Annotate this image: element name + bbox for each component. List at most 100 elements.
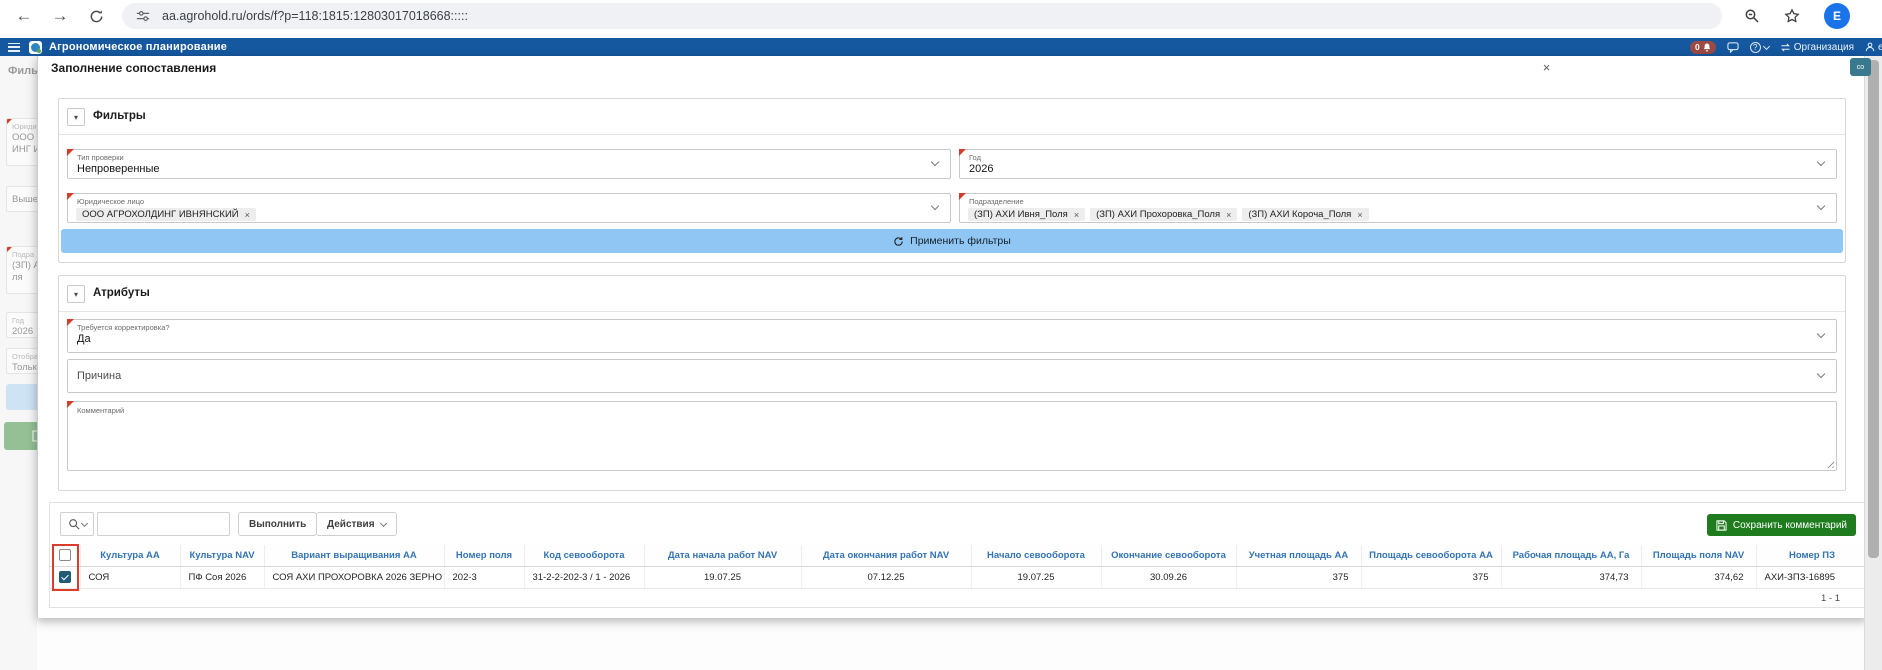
- person-icon: [1865, 42, 1875, 52]
- row-checkbox[interactable]: [59, 571, 71, 583]
- remove-chip-icon[interactable]: ×: [1357, 210, 1362, 220]
- edge-badge[interactable]: co: [1850, 58, 1871, 76]
- chip-list: ООО АГРОХОЛДИНГ ИВНЯНСКИЙ×: [76, 208, 950, 221]
- cell: 375: [1361, 566, 1501, 588]
- user-menu[interactable]: ek.pozdnya: [1865, 42, 1882, 53]
- field-label: Тип проверки: [77, 153, 950, 162]
- chip: (ЗП) АХИ Короча_Поля×: [1242, 208, 1368, 221]
- collapse-icon[interactable]: ▾: [67, 285, 85, 303]
- address-bar[interactable]: aa.agrohold.ru/ords/f?p=118:1815:1280301…: [122, 3, 1722, 29]
- required-marker: [67, 401, 74, 408]
- column-header[interactable]: Номер ПЗ: [1756, 545, 1868, 566]
- cell: 19.07.25: [644, 566, 801, 588]
- field-label: Юридическое лицо: [77, 197, 950, 206]
- region-title: Фильтры: [93, 110, 146, 122]
- back-icon[interactable]: ←: [12, 4, 36, 28]
- reason-select[interactable]: Причина: [67, 359, 1837, 393]
- resize-handle-icon[interactable]: [1825, 459, 1834, 468]
- column-header[interactable]: Окончание севооборота: [1101, 545, 1236, 566]
- vertical-scrollbar[interactable]: [1864, 56, 1882, 670]
- header-actions: 0 ? Организация ek.pozdnya: [1690, 38, 1882, 56]
- organization-button[interactable]: Организация: [1780, 42, 1854, 53]
- scrollbar-thumb[interactable]: [1868, 60, 1879, 558]
- check-type-select[interactable]: Тип проверки Непроверенные: [67, 149, 951, 179]
- apply-filters-button[interactable]: Применить фильтры: [61, 229, 1843, 253]
- column-header[interactable]: Начало севооборота: [971, 545, 1101, 566]
- region-title: Атрибуты: [93, 287, 150, 299]
- column-header[interactable]: Культура NAV: [180, 545, 264, 566]
- year-select[interactable]: Год 2026: [959, 149, 1837, 179]
- filters-region: ▾ Фильтры Тип проверки Непроверенные Год…: [58, 98, 1846, 263]
- field-label: Требуется корректировка?: [77, 323, 1836, 332]
- mapping-dialog: Заполнение сопоставления × ▾ Фильтры Тип…: [37, 56, 1867, 618]
- correction-select[interactable]: Требуется корректировка? Да: [67, 319, 1837, 353]
- organization-label: Организация: [1794, 42, 1854, 53]
- search-column-button[interactable]: [60, 512, 94, 536]
- cell: 374,62: [1641, 566, 1756, 588]
- required-marker: [959, 193, 966, 200]
- legal-entity-select[interactable]: Юридическое лицо ООО АГРОХОЛДИНГ ИВНЯНСК…: [67, 193, 951, 223]
- chip-label: (ЗП) АХИ Ивня_Поля: [974, 209, 1068, 220]
- app-logo-icon: [29, 41, 42, 54]
- remove-chip-icon[interactable]: ×: [1074, 210, 1079, 220]
- row-select-cell: [50, 566, 80, 588]
- screen: ← → aa.agrohold.ru/ords/f?p=118:1815:128…: [0, 0, 1882, 670]
- save-comment-button[interactable]: Сохранить комментарий: [1707, 514, 1856, 536]
- column-header[interactable]: Культура АА: [80, 545, 180, 566]
- column-header[interactable]: Код севооборота: [524, 545, 644, 566]
- profile-avatar[interactable]: E: [1824, 3, 1850, 29]
- help-menu[interactable]: ?: [1750, 42, 1769, 53]
- results-table: Культура АА Культура NAV Вариант выращив…: [50, 545, 1869, 589]
- division-select[interactable]: Подразделение (ЗП) АХИ Ивня_Поля× (ЗП) А…: [959, 193, 1837, 223]
- column-header[interactable]: Площадь севооборота АА: [1361, 545, 1501, 566]
- required-marker: [6, 246, 13, 253]
- bookmark-star-icon[interactable]: [1780, 4, 1804, 28]
- comment-textarea[interactable]: Комментарий: [67, 401, 1837, 471]
- site-settings-icon[interactable]: [136, 9, 150, 23]
- actions-label: Действия: [327, 519, 375, 530]
- grid-search-input[interactable]: [97, 512, 230, 536]
- grid-toolbar: Выполнить Действия Сохранить комментарий: [50, 511, 1866, 537]
- column-header[interactable]: Вариант выращивания АА: [264, 545, 444, 566]
- column-header[interactable]: Дата окончания работ NAV: [801, 545, 971, 566]
- cell: 202-3: [444, 566, 524, 588]
- run-search-button[interactable]: Выполнить: [238, 512, 317, 536]
- column-header[interactable]: Номер поля: [444, 545, 524, 566]
- cell: СОЯ АХИ ПРОХОРОВКА 2026 ЗЕРНО: [264, 566, 444, 588]
- zoom-icon[interactable]: [1740, 4, 1764, 28]
- menu-icon[interactable]: [8, 43, 20, 52]
- chip-label: (ЗП) АХИ Прохоровка_Поля: [1096, 209, 1220, 220]
- search-icon: [68, 518, 80, 530]
- select-all-checkbox[interactable]: [59, 549, 71, 561]
- column-header[interactable]: Учетная площадь АА: [1236, 545, 1361, 566]
- cell: 31-2-2-202-3 / 1 - 2026: [524, 566, 644, 588]
- check-icon: [61, 573, 69, 581]
- cell: 374,73: [1501, 566, 1641, 588]
- help-icon: ?: [1750, 42, 1761, 53]
- column-header[interactable]: Рабочая площадь АА, Га: [1501, 545, 1641, 566]
- region-header: ▾ Фильтры: [59, 99, 1845, 135]
- field-value: Да: [77, 333, 1836, 345]
- background-filters-panel: Фильтры Юриди ООО ИНГ И Выше Подра (ЗП) …: [0, 56, 37, 670]
- table-row: СОЯ ПФ Соя 2026 СОЯ АХИ ПРОХОРОВКА 2026 …: [50, 566, 1868, 588]
- field-value: 2026: [969, 163, 1836, 175]
- forward-icon[interactable]: →: [48, 4, 72, 28]
- notification-count: 0: [1695, 42, 1700, 52]
- cell: 375: [1236, 566, 1361, 588]
- notification-badge[interactable]: 0: [1690, 41, 1716, 54]
- cell: 07.12.25: [801, 566, 971, 588]
- column-header[interactable]: Площадь поля NAV: [1641, 545, 1756, 566]
- close-icon[interactable]: ×: [1538, 59, 1555, 76]
- switch-icon: [1780, 43, 1791, 52]
- required-marker: [67, 319, 74, 326]
- column-header[interactable]: Дата начала работ NAV: [644, 545, 801, 566]
- app-header: Агрономическое планирование 0 ? Организа…: [0, 38, 1882, 56]
- cell: 30.09.26: [1101, 566, 1236, 588]
- field-label: Причина: [77, 370, 1836, 382]
- actions-menu-button[interactable]: Действия: [316, 512, 397, 536]
- collapse-icon[interactable]: ▾: [67, 108, 85, 126]
- chat-icon[interactable]: [1727, 42, 1739, 53]
- remove-chip-icon[interactable]: ×: [1226, 210, 1231, 220]
- remove-chip-icon[interactable]: ×: [245, 210, 250, 220]
- reload-icon[interactable]: [84, 4, 108, 28]
